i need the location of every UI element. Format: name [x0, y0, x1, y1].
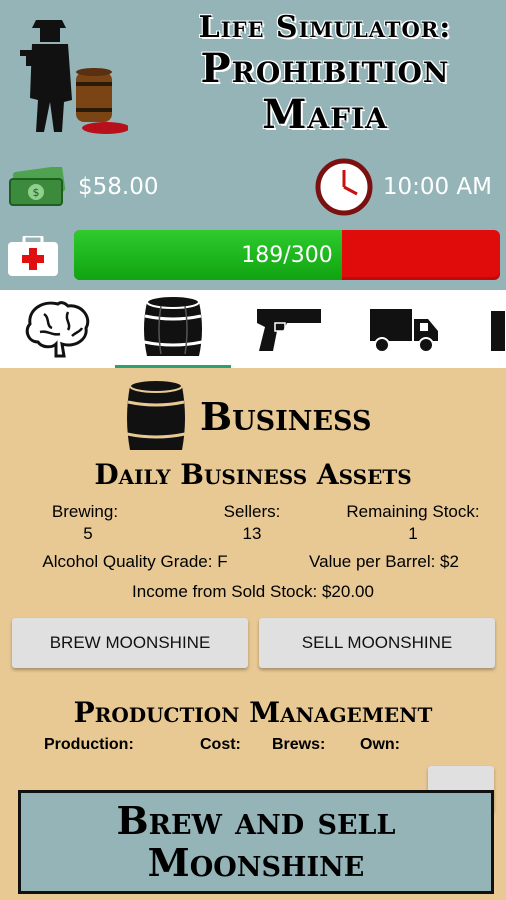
- title-line-2: Prohibition: [200, 45, 450, 92]
- remaining-stock-label: Remaining Stock:: [346, 502, 480, 521]
- gangster-icon: [491, 311, 505, 351]
- medkit-icon: [8, 236, 58, 276]
- truck-icon: [369, 309, 438, 353]
- svg-text:$: $: [33, 186, 40, 199]
- business-header: Business: [0, 376, 506, 456]
- pistol-icon: [256, 309, 321, 351]
- brain-icon: [25, 301, 89, 358]
- production-title: Production Management: [73, 696, 433, 729]
- app-title: Life Simulator: Prohibition Mafia: [180, 10, 470, 138]
- income-sold-stock: Income from Sold Stock: $20.00: [132, 582, 374, 601]
- health-bar: 189/300: [74, 230, 500, 280]
- daily-assets-title: Daily Business Assets: [94, 458, 412, 491]
- quality-grade: Alcohol Quality Grade: F: [42, 552, 228, 571]
- sellers-label: Sellers:: [223, 502, 281, 521]
- sellers-value: 13: [242, 524, 262, 543]
- money-value: $58.00: [78, 174, 159, 200]
- production-col-header: Production:: [44, 736, 134, 753]
- cash-icon: $: [9, 167, 66, 206]
- tab-bar: [0, 290, 506, 368]
- time-display: 10:00 AM: [315, 158, 492, 216]
- header-panel: Life Simulator: Prohibition Mafia $ $58.…: [0, 0, 506, 290]
- sell-moonshine-button[interactable]: SELL MOONSHINE: [259, 618, 495, 668]
- banner-line-1: Brew and sell: [116, 798, 396, 843]
- brewing-value: 5: [83, 524, 93, 543]
- tab-more[interactable]: [461, 290, 506, 368]
- promo-banner: Brew and sell Moonshine: [18, 790, 494, 894]
- remaining-stock-value: 1: [408, 524, 418, 543]
- business-title: Business: [200, 394, 372, 439]
- time-value: 10:00 AM: [382, 174, 492, 200]
- barrel-icon: [143, 295, 203, 356]
- money-display: $ $58.00: [8, 165, 158, 209]
- mafia-gangster-icon: [20, 20, 128, 134]
- barrel-icon: [126, 379, 186, 450]
- clock-icon: [315, 158, 373, 216]
- tab-business[interactable]: [115, 290, 231, 368]
- health-row: 189/300: [8, 230, 500, 280]
- title-line-1: Life Simulator:: [198, 10, 452, 45]
- health-value: 189/300: [241, 242, 333, 268]
- value-per-barrel: Value per Barrel: $2: [309, 552, 459, 571]
- own-col-header: Own:: [360, 736, 400, 753]
- brews-col-header: Brews:: [272, 736, 326, 753]
- title-line-3: Mafia: [262, 91, 388, 138]
- tab-weapons[interactable]: [231, 290, 346, 368]
- brewing-label: Brewing:: [51, 502, 119, 521]
- cost-col-header: Cost:: [200, 736, 241, 753]
- tab-brain[interactable]: [0, 290, 115, 368]
- brew-moonshine-button[interactable]: BREW MOONSHINE: [12, 618, 248, 668]
- banner-line-2: Moonshine: [147, 840, 365, 885]
- tab-logistics[interactable]: [346, 290, 461, 368]
